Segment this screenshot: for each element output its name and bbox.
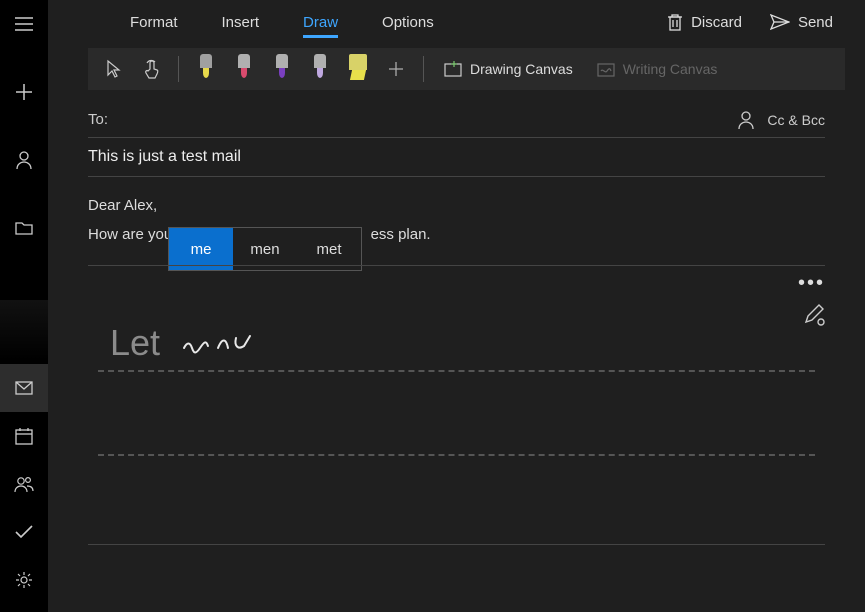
pen-1-marker[interactable]	[197, 54, 215, 84]
calendar-icon[interactable]	[0, 412, 48, 460]
people-icon[interactable]	[0, 460, 48, 508]
draw-toolbar: Drawing Canvas Writing Canvas	[88, 48, 845, 90]
settings-icon[interactable]	[0, 556, 48, 604]
tab-format[interactable]: Format	[108, 0, 200, 44]
add-pen-button[interactable]	[379, 52, 413, 86]
subject-input[interactable]: This is just a test mail	[88, 148, 825, 177]
tab-bar: Format Insert Draw Options Discard Send	[48, 0, 865, 44]
body-line-1: Dear Alex,	[88, 197, 825, 214]
tab-draw[interactable]: Draw	[281, 0, 360, 44]
hw-recognized-text: Let	[110, 322, 160, 364]
pen-2[interactable]	[235, 54, 253, 84]
pen-5-highlighter[interactable]	[349, 54, 367, 84]
trash-icon	[667, 13, 683, 31]
send-icon	[770, 14, 790, 30]
contacts-icon[interactable]	[737, 110, 755, 130]
handwriting-panel: ••• Let	[88, 265, 825, 545]
drawing-canvas-button[interactable]: Drawing Canvas	[434, 52, 583, 86]
mail-icon[interactable]	[0, 364, 48, 412]
add-icon[interactable]	[0, 68, 48, 116]
to-label: To:	[88, 111, 108, 128]
sidebar	[0, 0, 48, 612]
send-label: Send	[798, 14, 833, 31]
send-button[interactable]: Send	[756, 14, 847, 31]
writing-canvas-icon	[597, 61, 615, 77]
ime-suggestion-3[interactable]: met	[297, 228, 361, 270]
discard-button[interactable]: Discard	[653, 13, 756, 31]
folder-icon[interactable]	[0, 204, 48, 252]
handwriting-line-3[interactable]	[98, 456, 815, 540]
main-panel: Format Insert Draw Options Discard Send	[48, 0, 865, 612]
drawing-canvas-label: Drawing Canvas	[470, 61, 573, 77]
handwriting-line-2[interactable]	[98, 372, 815, 456]
pen-4[interactable]	[311, 54, 329, 84]
handwriting-line-1[interactable]: Let	[98, 288, 815, 372]
tab-insert[interactable]: Insert	[200, 0, 282, 44]
touch-draw-tool[interactable]	[134, 52, 168, 86]
discard-label: Discard	[691, 14, 742, 31]
writing-canvas-label: Writing Canvas	[623, 61, 718, 77]
writing-canvas-button: Writing Canvas	[587, 52, 728, 86]
ime-suggestion-1[interactable]: me	[169, 228, 233, 270]
message-body[interactable]: Dear Alex, How are you ess plan. me men …	[88, 197, 825, 243]
person-icon[interactable]	[0, 136, 48, 184]
cc-bcc-button[interactable]: Cc & Bcc	[767, 112, 825, 128]
drawing-canvas-icon	[444, 61, 462, 77]
todo-icon[interactable]	[0, 508, 48, 556]
to-row: To: Cc & Bcc	[88, 102, 825, 138]
ime-suggestion-2[interactable]: men	[233, 228, 297, 270]
tab-options[interactable]: Options	[360, 0, 456, 44]
cursor-tool[interactable]	[96, 52, 130, 86]
pen-3[interactable]	[273, 54, 291, 84]
hw-ink-stroke	[180, 322, 260, 362]
menu-icon[interactable]	[0, 0, 48, 48]
